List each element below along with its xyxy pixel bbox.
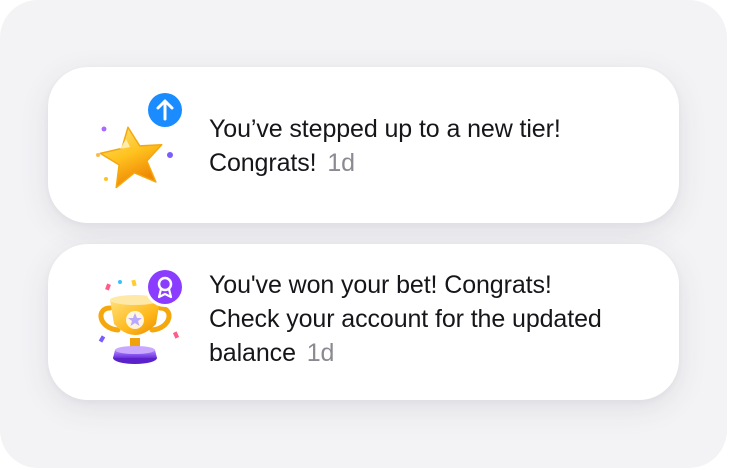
notifications-panel: You’ve stepped up to a new tier! Congrat… (0, 0, 727, 468)
notification-card-tier-up[interactable]: You’ve stepped up to a new tier! Congrat… (48, 67, 679, 223)
notification-message: You’ve stepped up to a new tier! Congrat… (209, 112, 655, 180)
medal-icon (145, 267, 185, 307)
trophy-icon (90, 266, 190, 376)
notification-card-bet-won[interactable]: You've won your bet! Congrats! Check you… (48, 244, 679, 400)
notification-line-2: Congrats! (209, 149, 317, 177)
notification-message: You've won your bet! Congrats! Check you… (209, 268, 655, 370)
star-icon (90, 89, 190, 199)
notification-timestamp: 1d (306, 339, 335, 367)
notification-line-1: You've won your bet! Congrats! (209, 271, 552, 299)
notification-line-2: Check your account for the updated (209, 305, 602, 333)
notification-timestamp: 1d (327, 149, 355, 177)
arrow-up-icon (145, 90, 185, 130)
notification-line-3: balance (209, 339, 296, 367)
notification-line-1: You’ve stepped up to a new tier! (209, 115, 561, 143)
